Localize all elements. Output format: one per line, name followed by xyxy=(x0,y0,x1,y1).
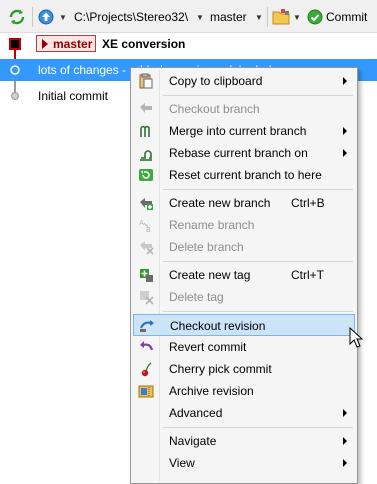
create-branch-icon xyxy=(140,198,153,210)
commit-node-icon xyxy=(9,38,21,50)
folder-branch-icon xyxy=(272,9,290,25)
menu-separator xyxy=(163,427,353,428)
submenu-arrow-icon xyxy=(343,77,347,85)
toolbar-separator xyxy=(267,7,268,27)
commit-message: XE conversion xyxy=(102,37,186,51)
path-dropdown[interactable]: ▼ xyxy=(196,8,204,26)
reset-icon xyxy=(139,169,153,181)
submenu-arrow-icon xyxy=(343,437,347,445)
checkout-revision-icon xyxy=(140,320,154,332)
refresh-icon xyxy=(9,9,25,25)
rename-branch-icon: A B xyxy=(139,219,151,233)
mouse-cursor-icon xyxy=(349,327,363,348)
commit-button[interactable]: Commit xyxy=(307,8,367,26)
archive-icon xyxy=(138,385,154,398)
chevron-down-icon: ▼ xyxy=(255,12,263,22)
checkout-branch-icon xyxy=(140,103,152,113)
context-menu: Copy to clipboard Checkout branch Merge … xyxy=(130,67,358,484)
menu-item-revert-commit[interactable]: Revert commit xyxy=(133,336,355,358)
menu-item-create-tag[interactable]: Create new tag Ctrl+T xyxy=(133,264,355,286)
menu-item-checkout-revision[interactable]: Checkout revision xyxy=(133,314,355,336)
submenu-arrow-icon xyxy=(343,127,347,135)
menu-item-archive-revision[interactable]: Archive revision xyxy=(133,380,355,402)
commit-node-icon xyxy=(10,65,20,75)
commit-node-icon xyxy=(11,92,19,100)
refresh-button[interactable] xyxy=(8,8,26,26)
revert-icon xyxy=(140,341,154,351)
branch-label-master[interactable]: master xyxy=(36,35,96,52)
branch-arrow-icon xyxy=(42,38,48,49)
menu-item-reset[interactable]: Reset current branch to here xyxy=(133,164,355,186)
menu-item-cherry-pick[interactable]: Cherry pick commit xyxy=(133,358,355,380)
menu-item-checkout-branch[interactable]: Checkout branch xyxy=(133,98,355,120)
chevron-down-icon: ▼ xyxy=(196,12,204,22)
path-selector[interactable]: C:\Projects\Stereo32\ xyxy=(74,8,188,26)
cherry-icon xyxy=(141,362,152,377)
menu-item-navigate[interactable]: Navigate xyxy=(133,430,355,452)
menu-item-rename-branch[interactable]: A B Rename branch xyxy=(133,214,355,236)
commit-label: Commit xyxy=(326,10,368,24)
menu-separator xyxy=(163,95,353,96)
menu-item-delete-branch[interactable]: Delete branch xyxy=(133,236,355,258)
menu-item-copy-to-clipboard[interactable]: Copy to clipboard xyxy=(133,70,355,92)
branch-dropdown[interactable]: ▼ xyxy=(255,8,263,26)
menu-item-advanced[interactable]: Advanced xyxy=(133,402,355,424)
chevron-down-icon: ▼ xyxy=(293,12,301,22)
repository-path: C:\Projects\Stereo32\ xyxy=(74,10,189,24)
navigate-dropdown[interactable]: ▼ xyxy=(59,8,67,26)
toolbar-separator xyxy=(32,7,33,27)
menu-separator xyxy=(163,311,353,312)
branch-selector[interactable]: master xyxy=(210,8,247,26)
merge-icon xyxy=(140,125,150,137)
create-tag-icon xyxy=(140,269,153,282)
submenu-arrow-icon xyxy=(343,409,347,417)
branches-dropdown[interactable]: ▼ xyxy=(293,8,301,26)
submenu-arrow-icon xyxy=(343,149,347,157)
branch-name: master xyxy=(210,10,247,24)
rebase-icon xyxy=(140,150,152,161)
commit-message: Initial commit xyxy=(38,89,109,103)
delete-branch-icon xyxy=(140,241,154,255)
menu-separator xyxy=(163,261,353,262)
navigate-button[interactable] xyxy=(38,8,54,26)
toolbar: ▼ C:\Projects\Stereo32\ ▼ master ▼ ▼ Com… xyxy=(0,0,377,33)
menu-item-create-branch[interactable]: Create new branch Ctrl+B xyxy=(133,192,355,214)
menu-separator xyxy=(163,189,353,190)
delete-tag-icon xyxy=(140,291,154,305)
svg-text:A: A xyxy=(139,219,144,227)
menu-item-rebase[interactable]: Rebase current branch on xyxy=(133,142,355,164)
check-circle-icon xyxy=(307,9,323,25)
clipboard-icon xyxy=(139,73,153,89)
submenu-arrow-icon xyxy=(343,459,347,467)
svg-text:B: B xyxy=(146,226,151,233)
up-arrow-circle-icon xyxy=(38,9,54,25)
chevron-down-icon: ▼ xyxy=(59,12,67,22)
menu-item-view[interactable]: View xyxy=(133,452,355,474)
branches-button[interactable] xyxy=(272,8,290,26)
menu-item-merge[interactable]: Merge into current branch xyxy=(133,120,355,142)
commit-row[interactable]: master XE conversion xyxy=(0,33,377,55)
menu-item-delete-tag[interactable]: Delete tag xyxy=(133,286,355,308)
